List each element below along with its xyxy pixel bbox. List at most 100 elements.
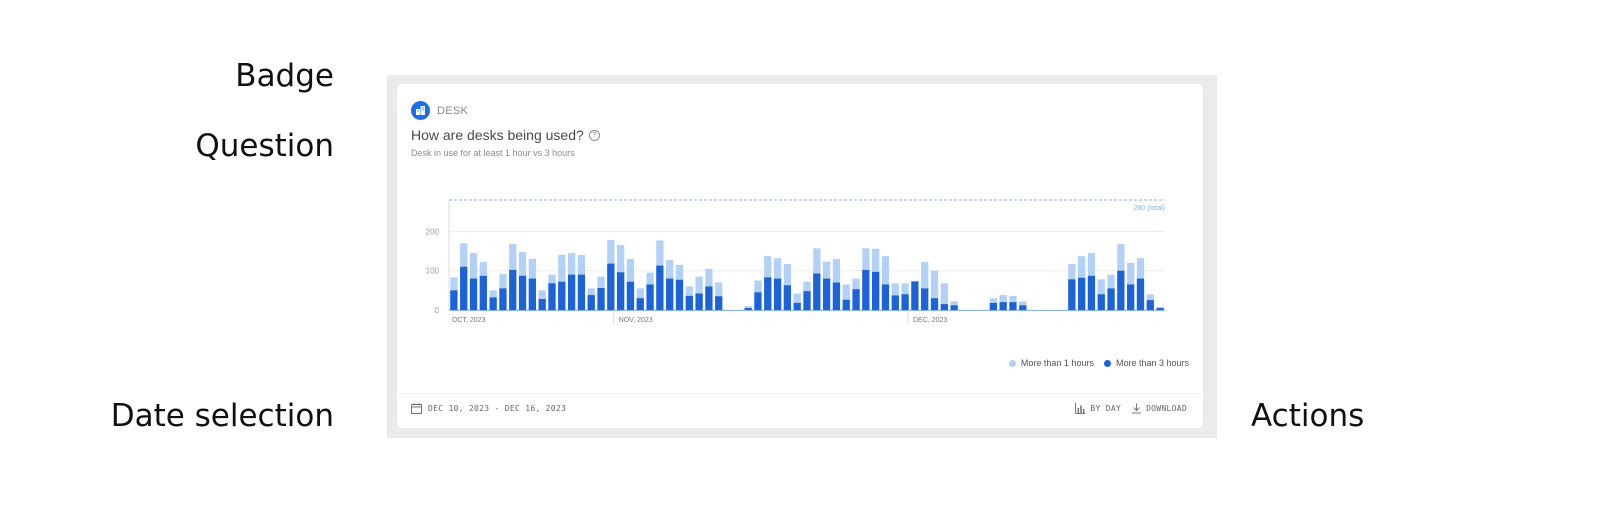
bar-more-than-3h [783,285,792,310]
card-actions: BY DAY DOWNLOAD [1065,403,1187,414]
bar-more-than-3h [1019,305,1027,310]
bar-more-than-3h [1087,275,1096,310]
bar-more-than-3h [675,279,684,310]
bar-more-than-3h [479,275,487,310]
bar-more-than-3h [509,269,517,310]
bar-more-than-3h [1107,288,1115,310]
building-icon [411,101,430,120]
date-range-text: DEC 10, 2023 - DEC 16, 2023 [428,404,567,413]
legend-item-1h[interactable]: More than 1 hours [1008,358,1094,368]
card-footer: DEC 10, 2023 - DEC 16, 2023 BY DAY DOWNL… [397,393,1203,429]
bar-more-than-3h [489,297,497,310]
bar-more-than-3h [803,291,811,310]
bar-more-than-3h [1136,278,1145,310]
bar-more-than-3h [656,265,664,310]
bar-more-than-3h [469,278,478,310]
bar-more-than-3h [822,278,831,310]
bar-more-than-3h [793,302,801,310]
bar-more-than-3h [548,283,556,310]
bar-more-than-3h [1117,270,1125,310]
legend-item-3h[interactable]: More than 3 hours [1103,358,1189,368]
bar-more-than-3h [1097,294,1105,310]
bar-more-than-3h [881,284,890,310]
bar-more-than-3h [989,302,997,310]
bar-more-than-3h [891,295,899,310]
bar-more-than-3h [1068,279,1076,310]
bar-more-than-3h [940,304,948,310]
bar-more-than-3h [528,278,536,310]
y-tick-label: 200 [426,227,440,236]
legend-label-3h: More than 3 hours [1115,358,1189,368]
bar-more-than-3h [646,284,654,310]
capacity-label: 280 (total) [1133,205,1165,212]
bar-more-than-3h [901,294,909,310]
bar-more-than-3h [626,281,635,310]
bar-more-than-3h [911,281,919,310]
bar-more-than-3h [813,273,821,310]
legend-dot-3h [1103,359,1111,367]
bar-more-than-3h [1127,284,1135,310]
bar-more-than-3h [764,277,772,310]
card-frame: 0 100 200 280 (total) OCT, 2023 NOV, 2023 DEC,… [387,75,1217,438]
bar-more-than-3h [921,288,929,310]
bar-more-than-3h [1078,277,1086,310]
month-label: OCT, 2023 [452,317,486,324]
bar-more-than-3h [754,292,762,310]
bar-more-than-3h [567,274,576,310]
bar-more-than-3h [930,298,939,310]
bar-more-than-3h [999,302,1007,310]
bar-more-than-3h [538,299,546,310]
bar-more-than-3h [1009,302,1017,310]
bar-more-than-3h [773,278,782,310]
bar-more-than-3h [862,269,870,310]
month-label: DEC, 2023 [913,317,947,324]
bar-more-than-3h [607,263,615,310]
bar-more-than-3h [460,266,468,310]
date-selection[interactable]: DEC 10, 2023 - DEC 16, 2023 [411,403,566,414]
bar-more-than-3h [636,298,644,310]
bar-more-than-3h [705,286,713,310]
by-day-button[interactable]: BY DAY [1075,403,1121,414]
question-subtitle: Desk in use for at least 1 hour vs 3 hou… [411,148,575,158]
calendar-icon [411,403,422,414]
bar-more-than-3h [744,308,752,310]
bar-more-than-3h [695,293,703,310]
bar-more-than-3h [1146,300,1154,310]
y-tick-label: 100 [426,267,440,276]
bar-more-than-3h [685,295,693,310]
bar-more-than-3h [1156,308,1164,310]
bar-more-than-3h [499,288,507,310]
bar-more-than-3h [950,305,958,310]
y-tick-label: 0 [435,306,440,315]
bar-more-than-3h [852,289,860,310]
bar-more-than-3h [450,290,458,310]
bar-more-than-3h [597,288,605,310]
bar-more-than-3h [587,295,595,310]
download-button[interactable]: DOWNLOAD [1131,403,1187,414]
chart-legend: More than 1 hours More than 3 hours [999,358,1189,368]
month-label: NOV, 2023 [619,317,653,324]
annotation-badge: Badge [235,58,334,94]
bar-chart-icon [1075,403,1086,414]
bar-more-than-3h [518,275,527,310]
bar-more-than-3h [666,278,674,310]
bar-more-than-3h [715,296,723,310]
annotation-date-selection: Date selection [110,398,334,434]
category-badge: DESK [411,101,468,120]
by-day-label: BY DAY [1090,404,1122,413]
download-label: DOWNLOAD [1146,404,1187,413]
annotation-actions: Actions [1251,398,1365,434]
help-icon[interactable]: ? [588,129,600,141]
badge-label: DESK [437,104,469,117]
bar-more-than-3h [558,281,566,310]
legend-dot-1h [1008,359,1016,367]
bar-more-than-3h [842,299,850,310]
bar-more-than-3h [617,272,625,310]
insight-card: 0 100 200 280 (total) OCT, 2023 NOV, 2023 DEC,… [397,84,1203,428]
bar-more-than-3h [832,282,841,310]
download-icon [1132,403,1142,414]
legend-label-1h: More than 1 hours [1020,358,1094,368]
annotation-question: Question [195,128,334,164]
bar-more-than-3h [872,271,880,310]
question-heading: How are desks being used? ? [411,127,600,143]
